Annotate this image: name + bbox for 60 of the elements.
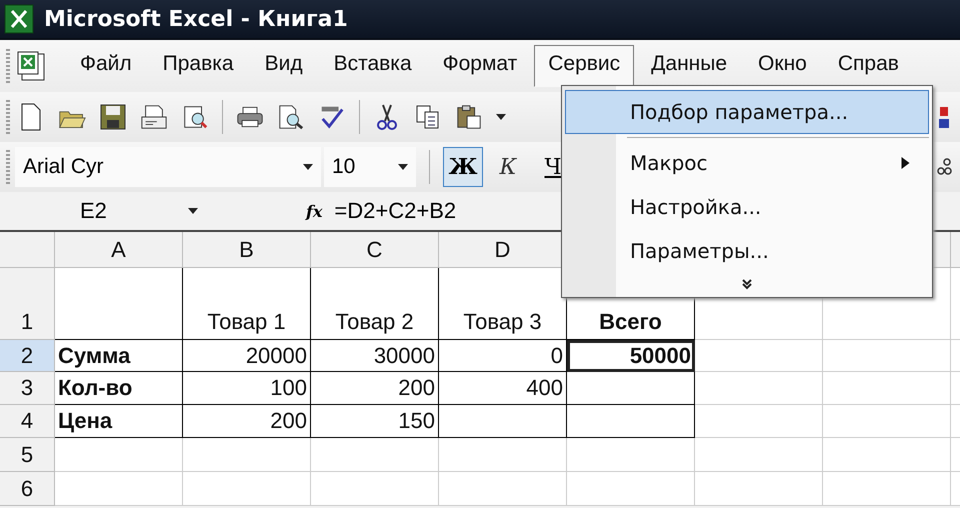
row-header[interactable]: 4 [0, 405, 55, 438]
menu-item[interactable]: Данные [637, 45, 742, 87]
table-cell[interactable] [439, 405, 567, 438]
menu-item[interactable]: Вставка [320, 45, 426, 87]
table-cell[interactable]: Сумма [55, 340, 183, 372]
table-cell[interactable]: 200 [311, 372, 439, 405]
grip-handle[interactable] [6, 49, 10, 83]
caret-icon[interactable] [188, 208, 198, 214]
column-header[interactable]: B [183, 232, 311, 268]
table-cell[interactable]: Товар 2 [311, 268, 439, 340]
table-cell[interactable]: 50000 [567, 340, 695, 372]
row-header[interactable]: 1 [0, 268, 55, 340]
menu-item[interactable]: Файл [66, 45, 146, 87]
table-cell[interactable] [567, 405, 695, 438]
print-preview-icon[interactable] [277, 103, 305, 131]
menu-item[interactable]: Окно [744, 45, 821, 87]
italic-button[interactable]: К [488, 147, 528, 187]
menu-item[interactable]: Настройка... [565, 185, 929, 229]
caret-icon[interactable] [496, 114, 506, 120]
menu-item[interactable]: Справ [824, 45, 913, 87]
menu-item[interactable]: Формат [428, 45, 532, 87]
font-dropdown[interactable]: Arial Cyr [15, 147, 321, 187]
menu-item[interactable]: Правка [148, 45, 248, 87]
menu-item[interactable]: Подбор параметра... [565, 90, 929, 134]
font-size-dropdown[interactable]: 10 [324, 147, 416, 187]
table-cell[interactable]: 0 [439, 340, 567, 372]
save-icon[interactable] [99, 103, 127, 131]
window-title: Microsoft Excel - Книга1 [44, 6, 348, 32]
caret-icon[interactable] [303, 164, 313, 170]
row-header[interactable]: 2 [0, 340, 55, 372]
select-all-corner[interactable] [0, 232, 55, 268]
table-cell[interactable]: 200 [183, 405, 311, 438]
table-cell[interactable]: 20000 [183, 340, 311, 372]
row-header[interactable]: 5 [0, 438, 55, 472]
table-cell[interactable]: 100 [183, 372, 311, 405]
table-cell[interactable]: 30000 [311, 340, 439, 372]
column-header[interactable]: A [55, 232, 183, 268]
table-cell[interactable]: Цена [55, 405, 183, 438]
table-cell[interactable] [567, 372, 695, 405]
grip-handle[interactable] [6, 100, 10, 134]
menu-item[interactable]: Сервис [534, 45, 634, 87]
formula-field[interactable]: =D2+C2+B2 [334, 198, 456, 224]
table-cell[interactable]: Кол-во [55, 372, 183, 405]
name-box[interactable]: E2 [10, 198, 206, 224]
row-header[interactable]: 6 [0, 472, 55, 506]
row-header[interactable]: 3 [0, 372, 55, 405]
table-cell[interactable]: 400 [439, 372, 567, 405]
excel-icon [4, 4, 34, 34]
mail-icon[interactable] [140, 103, 168, 131]
paste-icon[interactable] [455, 103, 483, 131]
column-header[interactable]: C [311, 232, 439, 268]
table-cell[interactable]: 150 [311, 405, 439, 438]
table-cell[interactable]: Товар 1 [183, 268, 311, 340]
submenu-arrow-icon [901, 157, 910, 169]
caret-icon[interactable] [398, 164, 408, 170]
menu-item[interactable]: Вид [250, 45, 317, 87]
grip-handle[interactable] [6, 150, 10, 184]
table-cell[interactable] [55, 268, 183, 340]
bold-button[interactable]: Ж [443, 147, 483, 187]
function-button[interactable]: fx [306, 202, 322, 220]
